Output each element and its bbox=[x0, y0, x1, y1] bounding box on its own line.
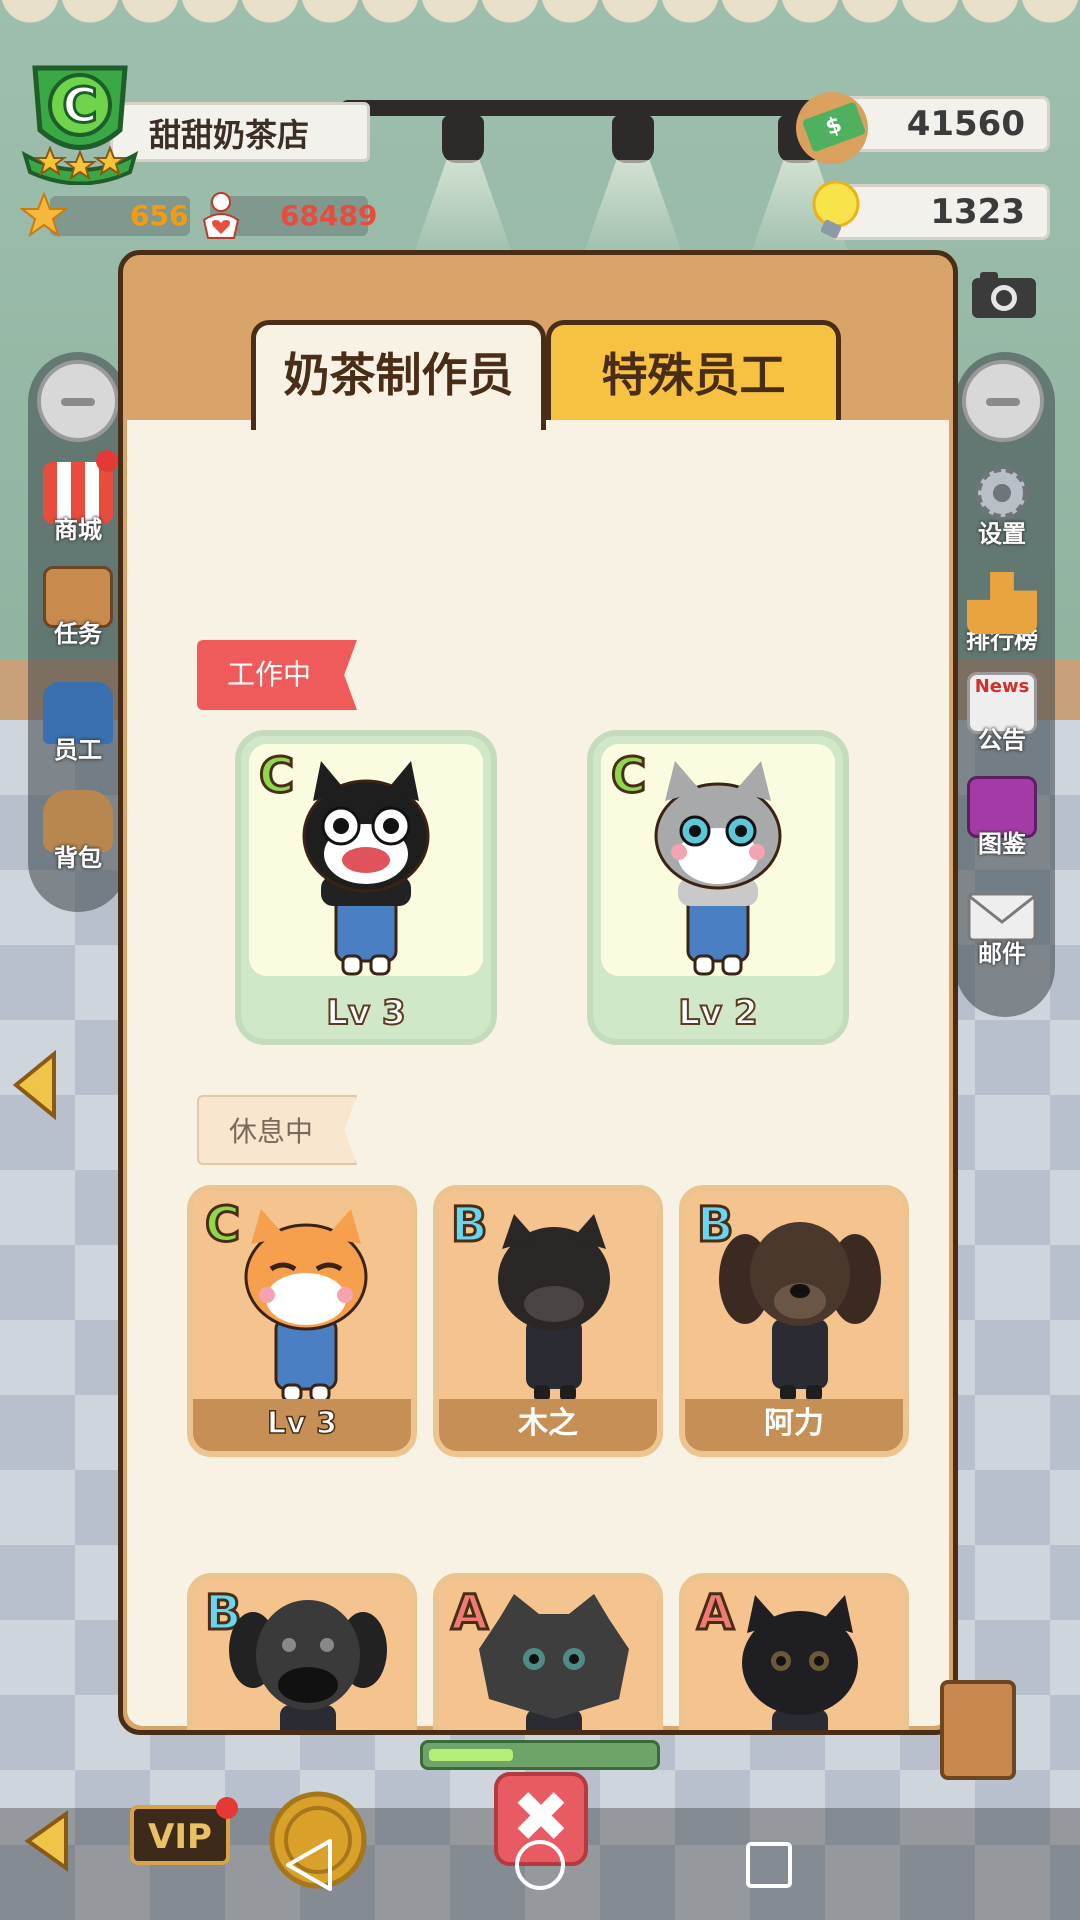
right-menu-mail[interactable]: 邮件 bbox=[952, 890, 1052, 969]
left-menu-store[interactable]: 商城 bbox=[28, 462, 128, 545]
shop-rank-letter: C bbox=[62, 78, 97, 134]
news-label: 公告 bbox=[978, 726, 1026, 754]
staff-name: 阿力 bbox=[685, 1399, 903, 1451]
resting-staff-card[interactable]: B 阿力 bbox=[679, 1185, 909, 1457]
spotlight bbox=[612, 115, 654, 163]
left-menu-tasks[interactable]: 任务 bbox=[28, 566, 128, 649]
nav-recents-icon[interactable] bbox=[742, 1838, 796, 1892]
staff-panel: 特殊员工 奶茶制作员 工作中 C Lv 3 C Lv 2 休息中 C Lv 3 … bbox=[118, 250, 958, 1735]
ceiling-scallop bbox=[0, 0, 1080, 30]
staff-label: 员工 bbox=[54, 736, 102, 764]
tab-special-staff[interactable]: 特殊员工 bbox=[546, 320, 841, 425]
black-cat-character bbox=[302, 761, 430, 976]
rank-letter: B bbox=[450, 1196, 490, 1255]
backpack-label: 背包 bbox=[54, 844, 102, 872]
bottom-left-arrow-icon[interactable] bbox=[24, 1810, 70, 1872]
scroll-left-arrow-icon[interactable] bbox=[12, 1050, 58, 1120]
left-menu-collapse-button[interactable] bbox=[37, 360, 119, 442]
fans-heart-icon bbox=[202, 192, 240, 239]
nav-home-icon[interactable] bbox=[510, 1835, 570, 1895]
working-staff-card[interactable]: C Lv 2 bbox=[587, 730, 849, 1045]
black-cat-silhouette-character bbox=[742, 1595, 858, 1730]
right-menu-album[interactable]: 图鉴 bbox=[952, 776, 1052, 859]
gray-tabby-cat-character bbox=[654, 761, 782, 976]
podium-icon bbox=[967, 572, 1037, 634]
notification-dot bbox=[216, 1797, 238, 1819]
vip-button[interactable]: VIP bbox=[130, 1805, 230, 1865]
spotlight bbox=[442, 115, 484, 163]
star-icon bbox=[20, 192, 68, 238]
nav-back-icon[interactable] bbox=[280, 1835, 340, 1895]
clipboard-icon[interactable] bbox=[940, 1680, 1016, 1780]
resting-staff-card[interactable]: B 哈尔 bbox=[187, 1573, 417, 1730]
rank-letter: C bbox=[609, 747, 647, 806]
progress-fill bbox=[429, 1749, 513, 1761]
working-ribbon: 工作中 bbox=[197, 640, 357, 710]
left-menu-staff[interactable]: 员工 bbox=[28, 682, 128, 765]
right-menu-collapse-button[interactable] bbox=[962, 360, 1044, 442]
staff-name: 木之 bbox=[439, 1399, 657, 1451]
staff-level: Lv 2 bbox=[677, 992, 758, 1034]
rank-letter: C bbox=[257, 747, 295, 806]
notification-dot bbox=[96, 450, 118, 472]
resting-staff-card[interactable]: A 雪莱 bbox=[433, 1573, 663, 1730]
tasks-label: 任务 bbox=[54, 620, 102, 648]
tab-tea-makers[interactable]: 奶茶制作员 bbox=[251, 320, 546, 430]
shop-rank-badge-icon[interactable]: C bbox=[20, 60, 140, 185]
shop-name[interactable]: 甜甜奶茶店 bbox=[110, 102, 370, 162]
orange-cat-character bbox=[244, 1209, 368, 1403]
panel-content: 工作中 C Lv 3 C Lv 2 休息中 C Lv 3 B 木之 B 阿力 B… bbox=[127, 420, 949, 1730]
fans-count: 68489 bbox=[280, 199, 378, 232]
dalmatian-silhouette-character bbox=[229, 1600, 387, 1730]
resting-staff-card[interactable]: B 木之 bbox=[433, 1185, 663, 1457]
right-menu-leaderboard[interactable]: 排行榜 bbox=[952, 572, 1052, 655]
spotlight-rail bbox=[340, 100, 830, 116]
working-staff-card[interactable]: C Lv 3 bbox=[235, 730, 497, 1045]
staff-level: Lv 3 bbox=[325, 992, 406, 1034]
store-label: 商城 bbox=[54, 516, 102, 544]
album-label: 图鉴 bbox=[978, 830, 1026, 858]
stars-count: 656 bbox=[130, 199, 189, 232]
lightbulb-icon bbox=[812, 180, 860, 239]
beagle-silhouette-character bbox=[719, 1222, 881, 1401]
camera-icon[interactable] bbox=[970, 268, 1038, 320]
idea-amount[interactable]: 1323 bbox=[830, 184, 1050, 240]
shiba-silhouette-character bbox=[498, 1214, 610, 1401]
right-menu-news[interactable]: News 公告 bbox=[952, 672, 1052, 755]
left-menu-backpack[interactable]: 背包 bbox=[28, 790, 128, 873]
right-menu-settings[interactable]: 设置 bbox=[952, 462, 1052, 549]
staff-name: Lv 3 bbox=[193, 1399, 411, 1451]
fluffy-cat-silhouette-character bbox=[479, 1594, 629, 1730]
resting-staff-card[interactable]: C Lv 3 bbox=[187, 1185, 417, 1457]
resting-ribbon: 休息中 bbox=[197, 1095, 357, 1165]
resting-staff-card[interactable]: A 达利 bbox=[679, 1573, 909, 1730]
progress-bar bbox=[420, 1740, 660, 1770]
